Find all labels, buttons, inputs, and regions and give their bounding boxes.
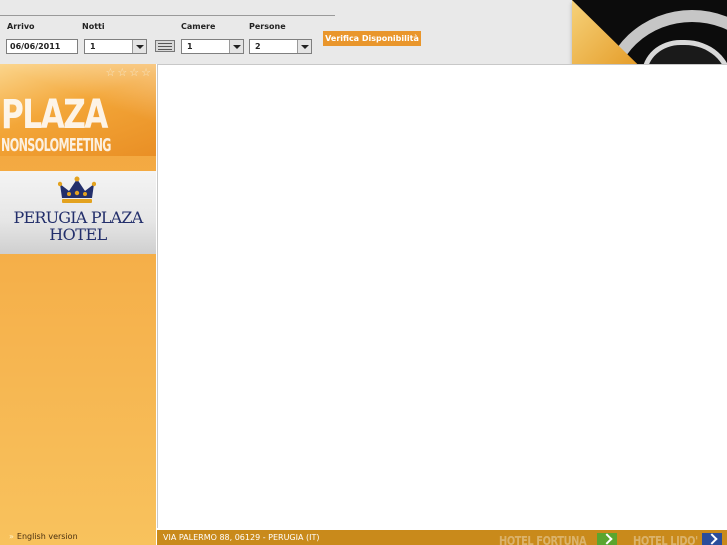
rooms-select[interactable]: 1 — [181, 39, 244, 54]
main-content-frame — [157, 64, 727, 528]
arrival-label: Arrivo — [7, 22, 35, 31]
bullet-icon: » — [9, 532, 14, 541]
arrow-icon[interactable] — [702, 533, 722, 545]
rooms-label: Camere — [181, 22, 216, 31]
star-icon: ☆ — [129, 66, 140, 79]
nights-select[interactable]: 1 — [84, 39, 147, 54]
partner-hotel-lido-link[interactable]: HOTEL LIDO' — [633, 534, 698, 545]
footer-bar: VIA PALERMO 88, 06129 - PERUGIA (IT) HOT… — [157, 530, 727, 545]
persons-value: 2 — [255, 42, 261, 51]
verify-availability-button[interactable]: Verifica Disponibilità — [323, 31, 421, 46]
persons-label: Persone — [249, 22, 286, 31]
plaza-brand-banner[interactable]: ☆ ☆ ☆ ☆ PLAZA NONSOLOMEETING — [0, 64, 156, 156]
chevron-down-icon[interactable] — [229, 40, 243, 53]
star-rating: ☆ ☆ ☆ ☆ — [106, 67, 152, 78]
top-divider — [0, 15, 335, 16]
arrival-date-input[interactable]: 06/06/2011 — [6, 39, 78, 54]
brand-subtitle: NONSOLOMEETING — [1, 135, 111, 156]
chevron-down-icon[interactable] — [132, 40, 146, 53]
hotel-name-suffix: HOTEL — [49, 225, 107, 244]
english-version-link[interactable]: » English version — [9, 532, 78, 541]
chevron-down-icon[interactable] — [297, 40, 311, 53]
sidebar: ☆ ☆ ☆ ☆ PLAZA NONSOLOMEETING PERUGIA PLA… — [0, 64, 156, 545]
calendar-icon[interactable] — [155, 40, 175, 52]
star-icon: ☆ — [117, 66, 128, 79]
star-icon: ☆ — [141, 66, 151, 79]
footer-address: VIA PALERMO 88, 06129 - PERUGIA (IT) — [163, 533, 320, 542]
english-version-label: English version — [16, 532, 78, 541]
brand-title: PLAZA — [1, 92, 108, 138]
nights-label: Notti — [82, 22, 105, 31]
persons-select[interactable]: 2 — [249, 39, 312, 54]
partner-hotel-fortuna-link[interactable]: HOTEL FORTUNA — [499, 534, 587, 545]
arrow-icon[interactable] — [597, 533, 617, 545]
nights-value: 1 — [90, 42, 96, 51]
rooms-value: 1 — [187, 42, 193, 51]
crown-icon — [58, 176, 96, 203]
hotel-logo[interactable]: PERUGIA PLAZA HOTEL — [0, 171, 156, 254]
star-icon: ☆ — [105, 66, 116, 79]
